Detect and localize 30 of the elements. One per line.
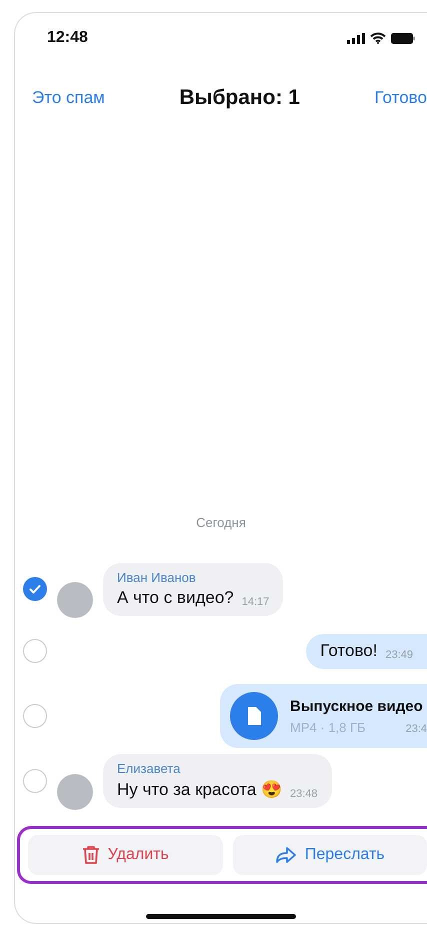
signal-icon: [347, 32, 365, 44]
message-time: 23:4: [406, 722, 427, 734]
message-time: 23:49: [385, 648, 413, 660]
delete-button[interactable]: Удалить: [28, 835, 222, 875]
sender-name: Елизавета: [117, 761, 182, 776]
spam-link[interactable]: Это спам: [32, 88, 105, 108]
message-time: 14:17: [242, 596, 270, 608]
select-checkbox[interactable]: [23, 639, 47, 663]
message-text: А что с видео?: [117, 588, 234, 608]
share-arrow-icon: [274, 846, 297, 864]
battery-icon: [391, 32, 415, 44]
select-checkbox[interactable]: [23, 577, 47, 601]
status-time: 12:48: [47, 29, 88, 47]
trash-icon: [82, 845, 100, 865]
wifi-icon: [370, 32, 386, 44]
done-link[interactable]: Готово: [374, 88, 427, 108]
avatar-photo: [57, 774, 93, 810]
message-text: Ну что за красота 😍: [117, 779, 282, 800]
screen-title: Выбрано: 1: [179, 86, 300, 110]
avatar-photo: [57, 582, 93, 618]
file-name: Выпускное видео: [290, 698, 424, 714]
forward-button[interactable]: Переслать: [232, 835, 427, 875]
select-checkbox[interactable]: [23, 704, 47, 728]
date-separator: Сегодня: [196, 515, 246, 530]
select-checkbox[interactable]: [23, 769, 47, 793]
message-text: Готово!: [320, 640, 378, 660]
file-icon[interactable]: [230, 692, 278, 740]
message-time: 23:48: [290, 788, 318, 800]
check-icon: [28, 582, 42, 596]
sender-name: Иван Иванов: [117, 570, 197, 584]
